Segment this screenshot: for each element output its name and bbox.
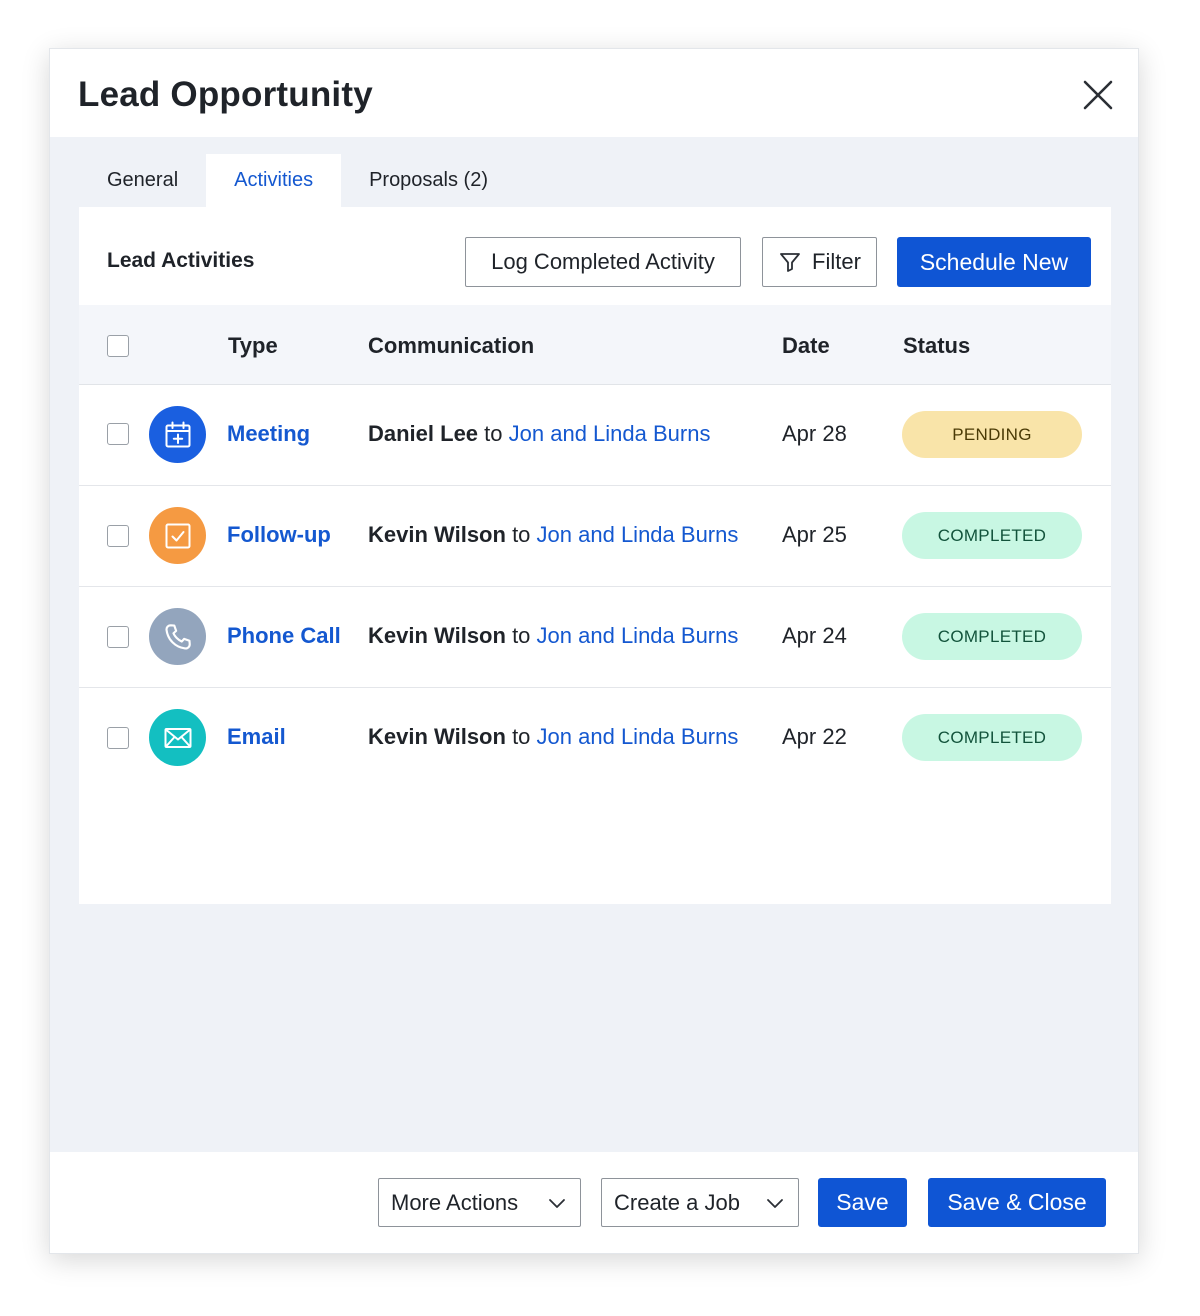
filter-button[interactable]: Filter (762, 237, 877, 287)
communication-recipient-link[interactable]: Jon and Linda Burns (537, 623, 739, 648)
activity-date: Apr 24 (782, 623, 847, 648)
schedule-new-label: Schedule New (919, 248, 1069, 275)
activity-type-link[interactable]: Meeting (227, 421, 310, 447)
log-completed-activity-label: Log Completed Activity (491, 249, 715, 274)
activity-type-link[interactable]: Phone Call (227, 623, 341, 649)
filter-label: Filter (812, 249, 861, 274)
filter-icon (780, 253, 800, 272)
communication-cell: Daniel Lee to Jon and Linda Burns (368, 421, 710, 447)
tab-activities[interactable]: Activities (206, 154, 342, 207)
communication-from: Daniel Lee (368, 421, 479, 446)
communication-recipient-link[interactable]: Jon and Linda Burns (537, 724, 739, 749)
communication-from: Kevin Wilson (368, 522, 506, 547)
schedule-new-button[interactable]: Schedule New (897, 237, 1091, 287)
type-icon-circle (149, 406, 206, 463)
row-checkbox[interactable] (107, 727, 129, 749)
status-badge: COMPLETED (902, 714, 1082, 761)
column-header-type: Type (228, 333, 278, 358)
chevron-down-icon (767, 1199, 783, 1208)
row-checkbox[interactable] (107, 525, 129, 547)
checkbox-task-icon (165, 523, 190, 548)
log-completed-activity-button[interactable]: Log Completed Activity (465, 237, 741, 287)
create-job-label: Create a Job (614, 1189, 740, 1215)
close-button[interactable] (1078, 75, 1118, 115)
tab-bar: General Activities Proposals (2) (79, 154, 516, 207)
activities-toolbar: Lead Activities Log Completed Activity F… (79, 207, 1111, 305)
status-badge: PENDING (902, 411, 1082, 458)
row-checkbox[interactable] (107, 626, 129, 648)
tab-proposals[interactable]: Proposals (2) (341, 154, 516, 207)
dialog-header: Lead Opportunity (50, 49, 1138, 137)
panel-title: Lead Activities (107, 249, 255, 272)
save-and-close-button[interactable]: Save & Close (928, 1178, 1106, 1227)
communication-cell: Kevin Wilson to Jon and Linda Burns (368, 724, 738, 750)
column-header-date: Date (782, 333, 830, 358)
envelope-icon (164, 727, 191, 748)
type-icon-circle (149, 608, 206, 665)
column-header-communication: Communication (368, 333, 535, 358)
more-actions-dropdown[interactable]: More Actions (378, 1178, 581, 1227)
more-actions-label: More Actions (391, 1189, 519, 1215)
activity-type-link[interactable]: Email (227, 724, 286, 750)
communication-connector: to (512, 724, 531, 749)
type-icon-circle (149, 507, 206, 564)
table-row[interactable]: Follow-up Kevin Wilson to Jon and Linda … (79, 486, 1111, 587)
status-badge: COMPLETED (902, 512, 1082, 559)
communication-from: Kevin Wilson (368, 623, 506, 648)
communication-connector: to (484, 421, 503, 446)
communication-connector: to (512, 623, 531, 648)
save-label: Save (836, 1189, 889, 1215)
type-icon-circle (149, 709, 206, 766)
table-row[interactable]: Email Kevin Wilson to Jon and Linda Burn… (79, 688, 1111, 789)
save-button[interactable]: Save (818, 1178, 907, 1227)
communication-recipient-link[interactable]: Jon and Linda Burns (509, 421, 711, 446)
dialog-footer: More Actions Create a Job Save Save & Cl… (50, 1152, 1138, 1253)
communication-cell: Kevin Wilson to Jon and Linda Burns (368, 522, 738, 548)
create-job-dropdown[interactable]: Create a Job (601, 1178, 799, 1227)
communication-cell: Kevin Wilson to Jon and Linda Burns (368, 623, 738, 649)
phone-icon (164, 623, 191, 650)
table-row[interactable]: Meeting Daniel Lee to Jon and Linda Burn… (79, 385, 1111, 486)
close-icon (1083, 80, 1113, 110)
calendar-icon (165, 421, 190, 447)
activity-date: Apr 22 (782, 724, 847, 749)
communication-from: Kevin Wilson (368, 724, 506, 749)
lead-opportunity-dialog: Lead Opportunity General Activities Prop… (49, 48, 1139, 1254)
communication-connector: to (512, 522, 531, 547)
table-header: Type Communication Date Status (79, 305, 1111, 385)
table-row[interactable]: Phone Call Kevin Wilson to Jon and Linda… (79, 587, 1111, 688)
communication-recipient-link[interactable]: Jon and Linda Burns (537, 522, 739, 547)
activities-panel: Lead Activities Log Completed Activity F… (79, 207, 1111, 904)
activity-date: Apr 25 (782, 522, 847, 547)
status-badge: COMPLETED (902, 613, 1082, 660)
save-and-close-label: Save & Close (947, 1189, 1087, 1215)
dialog-title: Lead Opportunity (78, 75, 373, 114)
activity-date: Apr 28 (782, 421, 847, 446)
chevron-down-icon (549, 1199, 565, 1208)
activity-type-link[interactable]: Follow-up (227, 522, 331, 548)
tab-general[interactable]: General (79, 154, 206, 207)
select-all-checkbox[interactable] (107, 335, 129, 357)
column-header-status: Status (903, 333, 971, 358)
row-checkbox[interactable] (107, 423, 129, 445)
